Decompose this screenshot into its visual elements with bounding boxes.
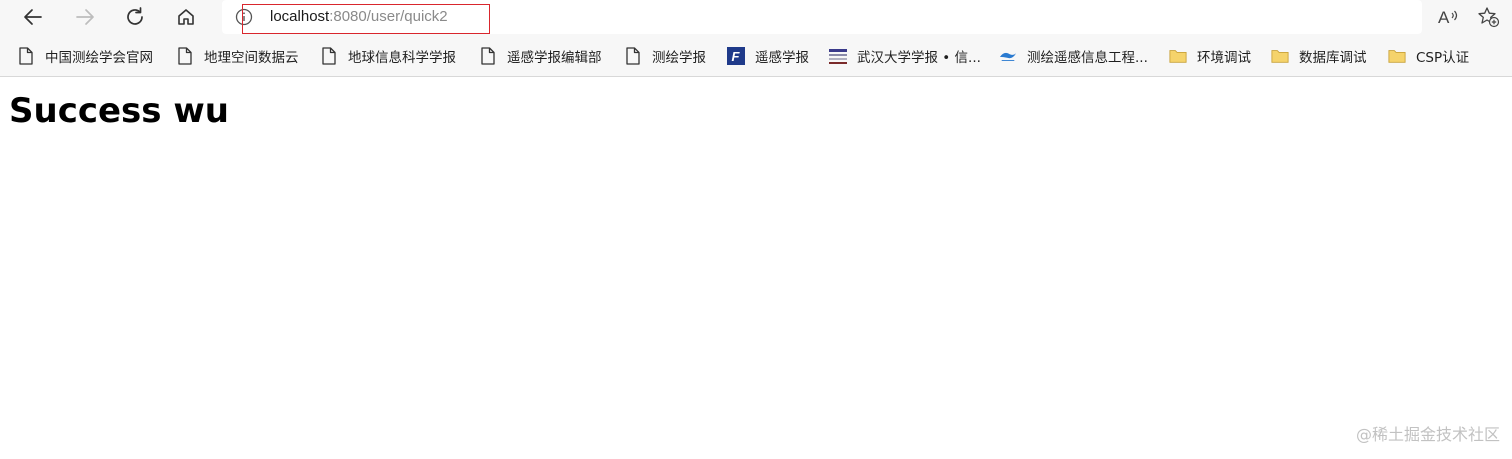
bookmark-label: 中国测绘学会官网 bbox=[45, 50, 153, 66]
page-heading: Success wu bbox=[9, 91, 229, 131]
browser-toolbar: localhost:8080/user/quick2 A bbox=[0, 0, 1512, 36]
forward-button[interactable] bbox=[69, 2, 101, 32]
bookmark-folder[interactable]: 环境调试 bbox=[1169, 45, 1251, 67]
home-button[interactable] bbox=[170, 2, 202, 32]
bookmark-item[interactable]: 遥感学报编辑部 bbox=[479, 45, 602, 67]
read-aloud-icon: A bbox=[1438, 8, 1458, 27]
bookmark-label: 遥感学报编辑部 bbox=[507, 50, 602, 66]
page-content: Success wu @稀土掘金技术社区 bbox=[0, 77, 1512, 459]
folder-icon bbox=[1388, 47, 1406, 65]
page-icon bbox=[320, 47, 338, 65]
bookmark-label: 测绘学报 bbox=[652, 50, 706, 66]
bookmark-label: 武汉大学学报 • 信... bbox=[857, 50, 981, 66]
watermark: @稀土掘金技术社区 bbox=[1355, 425, 1500, 444]
bookmark-item[interactable]: 地理空间数据云 bbox=[176, 45, 299, 67]
add-favorite-button[interactable] bbox=[1476, 4, 1500, 30]
bookmark-label: 环境调试 bbox=[1197, 50, 1251, 66]
bookmark-label: 地理空间数据云 bbox=[204, 50, 299, 66]
bookmark-label: 数据库调试 bbox=[1299, 50, 1367, 66]
folder-icon bbox=[1271, 47, 1289, 65]
bookmark-item[interactable]: 测绘学报 bbox=[624, 45, 706, 67]
site-f-glyph: F bbox=[732, 49, 741, 64]
refresh-button[interactable] bbox=[119, 2, 151, 32]
folder-icon bbox=[1169, 47, 1187, 65]
site-liesmars-icon bbox=[999, 47, 1017, 65]
page-icon bbox=[176, 47, 194, 65]
url-path: :8080/user/quick2 bbox=[329, 8, 448, 25]
url-text[interactable]: localhost:8080/user/quick2 bbox=[270, 8, 448, 26]
bookmark-label: 遥感学报 bbox=[755, 50, 809, 66]
read-aloud-glyph: A bbox=[1438, 8, 1450, 27]
add-favorite-icon bbox=[1478, 7, 1500, 28]
refresh-icon bbox=[127, 7, 143, 25]
address-bar[interactable]: localhost:8080/user/quick2 bbox=[222, 0, 1422, 34]
bookmark-item[interactable]: 武汉大学学报 • 信... bbox=[829, 45, 981, 67]
page-icon bbox=[624, 47, 642, 65]
back-arrow-icon bbox=[24, 9, 42, 25]
forward-arrow-icon bbox=[76, 9, 94, 25]
site-whu-icon bbox=[829, 47, 847, 65]
back-button[interactable] bbox=[17, 2, 49, 32]
bookmark-label: CSP认证 bbox=[1416, 50, 1470, 66]
bookmark-folder[interactable]: CSP认证 bbox=[1388, 45, 1469, 67]
bookmarks-bar: 中国测绘学会官网 地理空间数据云 地球信息科学学报 遥感学报编辑部 测绘学报 F… bbox=[0, 36, 1512, 77]
bookmark-item[interactable]: F 遥感学报 bbox=[727, 45, 809, 67]
url-host: localhost bbox=[270, 8, 330, 25]
bookmark-item[interactable]: 中国测绘学会官网 bbox=[17, 45, 153, 67]
bookmark-label: 测绘遥感信息工程... bbox=[1027, 50, 1148, 66]
page-icon bbox=[17, 47, 35, 65]
bookmark-item[interactable]: 测绘遥感信息工程... bbox=[999, 45, 1148, 67]
browser-window: localhost:8080/user/quick2 A 中国测绘学会官网 地理… bbox=[0, 0, 1512, 459]
page-icon bbox=[479, 47, 497, 65]
home-icon bbox=[178, 9, 194, 25]
site-f-icon: F bbox=[727, 47, 745, 65]
bookmark-label: 地球信息科学学报 bbox=[348, 50, 456, 66]
bookmark-folder[interactable]: 数据库调试 bbox=[1271, 45, 1367, 67]
read-aloud-button[interactable]: A bbox=[1436, 4, 1460, 30]
bookmark-item[interactable]: 地球信息科学学报 bbox=[320, 45, 456, 67]
